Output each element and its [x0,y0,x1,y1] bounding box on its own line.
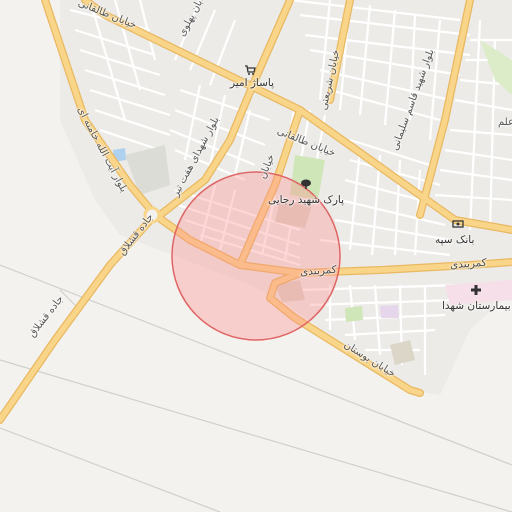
label-alam: علم [498,117,512,128]
label-bank-sepah: بانک سپه [435,234,475,246]
building-purple [380,305,399,318]
label-kamarbandi-center: کمربندی [299,263,338,279]
label-pasaj-amir: پاساژ امیر [230,77,275,89]
park-small [345,306,363,322]
label-park-rajaei: پارک شهید رجایی [268,194,345,206]
tree-icon[interactable] [300,178,312,190]
map-view[interactable]: خیابان طالقانی خیابان پهلوی خیابان شریعت… [0,0,512,512]
label-kamarbandi-right: کمربندی [449,256,488,272]
label-bimarestan: بیمارستان شهدا [442,300,511,312]
shopping-cart-icon[interactable] [244,64,256,76]
bank-icon[interactable] [452,218,464,230]
hospital-cross-icon[interactable] [470,284,482,296]
